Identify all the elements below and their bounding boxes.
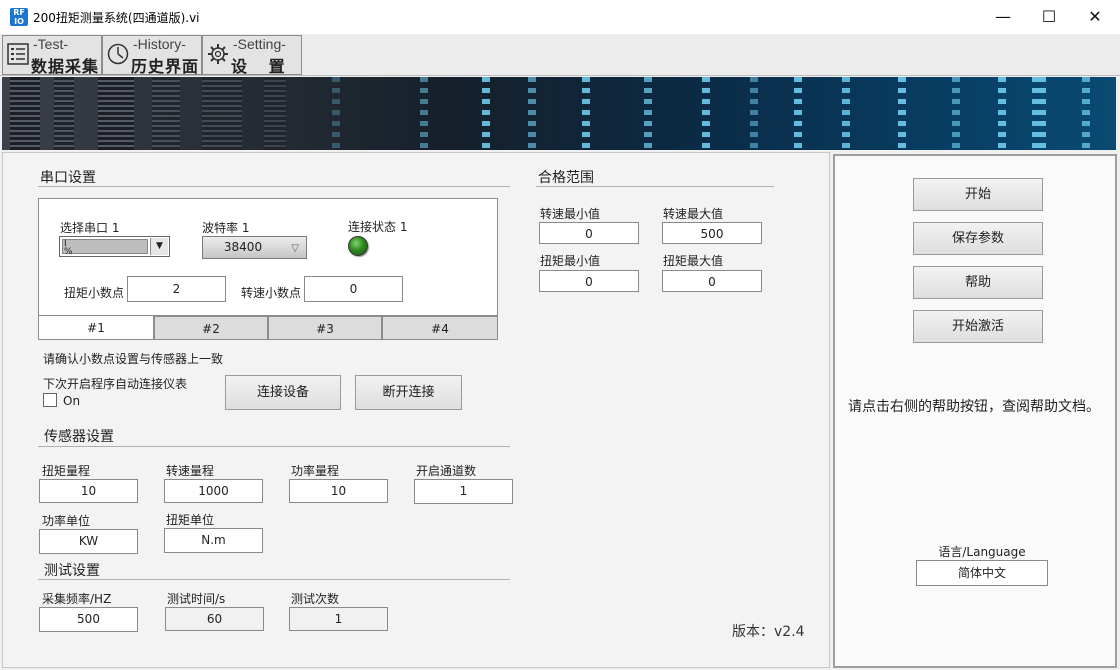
- close-button[interactable]: ✕: [1072, 0, 1118, 34]
- torque-range-label: 扭矩量程: [42, 464, 91, 478]
- frequency-input[interactable]: 500: [39, 607, 138, 632]
- sensor-section-title: 传感器设置: [44, 429, 114, 445]
- maximize-button[interactable]: ☐: [1026, 0, 1072, 34]
- disconnect-button[interactable]: 断开连接: [355, 375, 462, 410]
- range-section-title: 合格范围: [538, 170, 594, 186]
- tab-setting[interactable]: -Setting- 设 置: [202, 35, 302, 76]
- torque-min-label: 扭矩最小值: [540, 254, 601, 268]
- baud-label: 波特率 1: [202, 221, 250, 235]
- tab-test-cn: 数据采集: [31, 57, 100, 76]
- version-label: 版本：v2.4: [732, 624, 805, 640]
- range-section-divider: [536, 186, 774, 187]
- speed-range-input[interactable]: 1000: [164, 479, 263, 503]
- power-range-input[interactable]: 10: [289, 479, 388, 503]
- io-icon: I %: [64, 239, 73, 257]
- language-select[interactable]: 简体中文: [916, 560, 1048, 586]
- tab-history-en: -History-: [133, 36, 186, 52]
- torque-unit-select[interactable]: N.m: [164, 528, 263, 553]
- channels-input[interactable]: 1: [414, 479, 513, 504]
- banner-image: [2, 77, 1116, 150]
- sensor-section-divider: [38, 446, 510, 447]
- channel-tab-4[interactable]: #4: [382, 316, 498, 340]
- serial-section-title: 串口设置: [40, 170, 96, 186]
- window-title: 200扭矩测量系统(四通道版).vi: [33, 11, 200, 25]
- gear-icon: [208, 44, 228, 64]
- dropdown-arrow-icon: ▽: [291, 243, 299, 254]
- tab-history[interactable]: -History- 历史界面: [102, 35, 202, 76]
- help-button[interactable]: 帮助: [913, 266, 1043, 299]
- dropdown-arrow-icon[interactable]: ▼: [150, 238, 168, 255]
- speed-max-label: 转速最大值: [663, 207, 724, 221]
- test-count-label: 测试次数: [291, 592, 340, 606]
- speed-decimal-input[interactable]: 0: [304, 276, 403, 302]
- power-range-label: 功率量程: [291, 464, 340, 478]
- speed-decimal-label: 转速小数点: [241, 286, 302, 300]
- help-hint-text: 请点击右侧的帮助按钮，查阅帮助文档。: [848, 399, 1100, 415]
- start-button[interactable]: 开始: [913, 178, 1043, 211]
- auto-connect-label: 下次开启程序自动连接仪表: [43, 377, 188, 391]
- torque-min-input[interactable]: 0: [539, 270, 639, 292]
- port-value: I %: [62, 239, 148, 257]
- channel-tab-1[interactable]: #1: [38, 316, 154, 340]
- tab-history-cn: 历史界面: [131, 57, 200, 76]
- test-time-input[interactable]: 60: [165, 607, 264, 631]
- power-unit-label: 功率单位: [42, 514, 91, 528]
- decimal-note: 请确认小数点设置与传感器上一致: [43, 352, 224, 366]
- torque-decimal-input[interactable]: 2: [127, 276, 226, 302]
- auto-connect-option: On: [63, 394, 81, 408]
- speed-min-input[interactable]: 0: [539, 222, 639, 244]
- tab-setting-en: -Setting-: [233, 36, 286, 52]
- torque-decimal-label: 扭矩小数点: [64, 286, 125, 300]
- test-section-divider: [38, 579, 510, 580]
- tab-setting-cn: 设 置: [231, 57, 293, 76]
- torque-range-input[interactable]: 10: [39, 479, 138, 503]
- channel-tab-3[interactable]: #3: [268, 316, 382, 340]
- tab-test[interactable]: -Test- 数据采集: [2, 35, 102, 76]
- clock-icon: [107, 43, 129, 65]
- speed-max-input[interactable]: 500: [662, 222, 762, 244]
- baud-select[interactable]: 38400 ▽: [202, 236, 307, 259]
- speed-min-label: 转速最小值: [540, 207, 601, 221]
- connect-device-button[interactable]: 连接设备: [225, 375, 341, 410]
- list-icon: [7, 43, 29, 65]
- language-label: 语言/Language: [938, 545, 1026, 559]
- tab-test-en: -Test-: [33, 36, 68, 52]
- connection-status-led: [348, 236, 368, 256]
- connection-status-label: 连接状态 1: [348, 220, 408, 234]
- frequency-label: 采集频率/HZ: [42, 592, 112, 606]
- port-select[interactable]: I % ▼: [59, 236, 170, 257]
- test-section-title: 测试设置: [44, 563, 100, 579]
- serial-section-divider: [38, 186, 510, 187]
- power-unit-select[interactable]: KW: [39, 529, 138, 554]
- minimize-button[interactable]: —: [980, 0, 1026, 34]
- channels-label: 开启通道数: [416, 464, 477, 478]
- app-icon: RF IO: [10, 8, 28, 26]
- torque-max-input[interactable]: 0: [662, 270, 762, 292]
- channel-tab-2[interactable]: #2: [154, 316, 268, 340]
- test-count-input[interactable]: 1: [289, 607, 388, 631]
- port-label: 选择串口 1: [60, 221, 120, 235]
- test-time-label: 测试时间/s: [167, 592, 226, 606]
- torque-unit-label: 扭矩单位: [166, 513, 215, 527]
- speed-range-label: 转速量程: [166, 464, 215, 478]
- torque-max-label: 扭矩最大值: [663, 254, 724, 268]
- auto-connect-checkbox[interactable]: [43, 393, 57, 407]
- save-params-button[interactable]: 保存参数: [913, 222, 1043, 255]
- baud-value: 38400: [223, 240, 263, 254]
- activate-button[interactable]: 开始激活: [913, 310, 1043, 343]
